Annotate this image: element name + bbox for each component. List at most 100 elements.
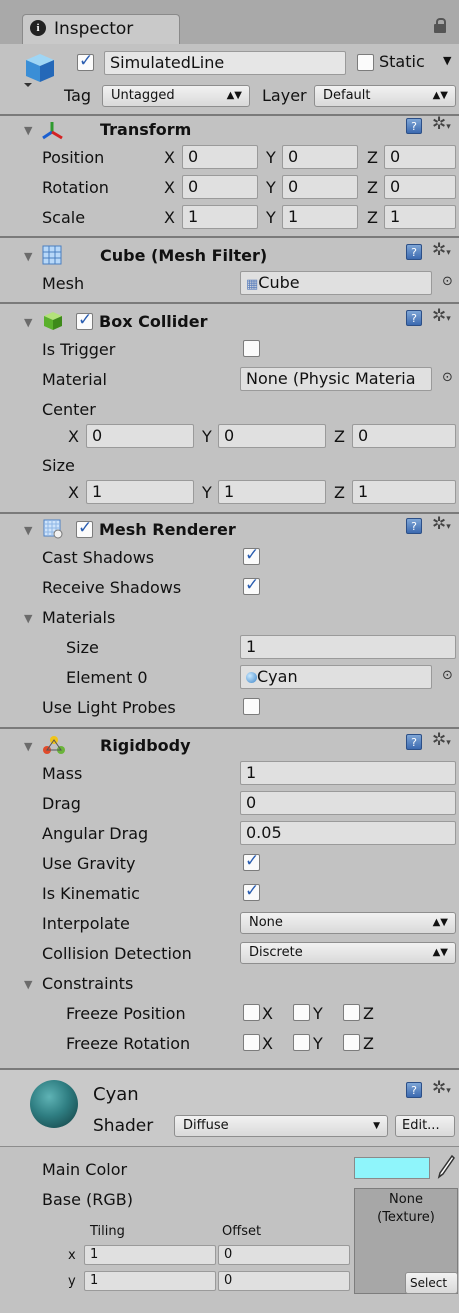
tiling-x-axis-label: x — [68, 1248, 76, 1263]
materials-size-field[interactable]: 1 — [240, 635, 456, 659]
material-label: Material — [42, 370, 107, 389]
shader-label: Shader — [93, 1116, 154, 1136]
gear-icon[interactable]: ✲▾ — [432, 306, 451, 326]
help-icon[interactable]: ? — [406, 1082, 422, 1098]
freeze-position-label: Freeze Position — [66, 1004, 186, 1023]
foldout-arrow-icon[interactable]: ▼ — [24, 612, 32, 625]
center-z-field[interactable]: 0 — [352, 424, 456, 448]
foldout-arrow-icon[interactable]: ▼ — [24, 250, 32, 263]
foldout-arrow-icon[interactable]: ▼ — [24, 124, 32, 137]
cube-object-icon — [22, 50, 56, 88]
scale-y-field[interactable]: 1 — [282, 205, 358, 229]
foldout-arrow-icon[interactable]: ▼ — [24, 740, 32, 753]
gear-icon[interactable]: ✲▾ — [432, 514, 451, 534]
position-y-field[interactable]: 0 — [282, 145, 358, 169]
tiling-x-field[interactable]: 1 — [84, 1245, 216, 1265]
transform-title: Transform — [100, 120, 192, 139]
scale-z-field[interactable]: 1 — [384, 205, 456, 229]
texture-select-button[interactable]: Select — [405, 1272, 458, 1294]
size-x-field[interactable]: 1 — [86, 480, 194, 504]
help-icon[interactable]: ? — [406, 734, 422, 750]
use-gravity-checkbox[interactable] — [243, 851, 260, 871]
static-dropdown-icon[interactable]: ▼ — [443, 54, 451, 67]
layer-dropdown[interactable]: Default ▲▼ — [314, 85, 456, 107]
receive-shadows-checkbox[interactable] — [243, 575, 260, 595]
divider — [0, 302, 459, 304]
freeze-rotation-y-checkbox[interactable] — [293, 1034, 310, 1051]
mass-field[interactable]: 1 — [240, 761, 456, 785]
help-icon[interactable]: ? — [406, 118, 422, 134]
rotation-z-field[interactable]: 0 — [384, 175, 456, 199]
eyedropper-icon[interactable] — [436, 1154, 456, 1180]
foldout-arrow-icon[interactable]: ▼ — [24, 978, 32, 991]
gear-icon[interactable]: ✲▾ — [432, 1078, 451, 1098]
collision-detection-dropdown[interactable]: Discrete ▲▼ — [240, 942, 456, 964]
size-z-field[interactable]: 1 — [352, 480, 456, 504]
rotation-y-field[interactable]: 0 — [282, 175, 358, 199]
drag-field[interactable]: 0 — [240, 791, 456, 815]
box-collider-enabled-checkbox[interactable] — [76, 310, 93, 330]
static-checkbox[interactable] — [357, 54, 374, 71]
main-color-swatch[interactable] — [354, 1157, 430, 1179]
gear-icon[interactable]: ✲▾ — [432, 730, 451, 750]
rotation-label: Rotation — [42, 178, 109, 197]
is-trigger-checkbox[interactable] — [243, 340, 260, 357]
offset-x-field[interactable]: 0 — [218, 1245, 350, 1265]
center-x-field[interactable]: 0 — [86, 424, 194, 448]
size-label: Size — [42, 456, 75, 475]
freeze-position-z-checkbox[interactable] — [343, 1004, 360, 1021]
foldout-arrow-icon[interactable]: ▼ — [24, 524, 32, 537]
gear-icon[interactable]: ✲▾ — [432, 114, 451, 134]
mesh-field[interactable]: ▦Cube — [240, 271, 432, 295]
interpolate-value: None — [249, 915, 283, 930]
divider — [0, 236, 459, 238]
help-icon[interactable]: ? — [406, 244, 422, 260]
texture-none-label: None — [389, 1192, 423, 1207]
chevron-down-icon: ▼ — [373, 1121, 380, 1131]
is-kinematic-checkbox[interactable] — [243, 881, 260, 901]
target-icon[interactable]: ⊙ — [442, 274, 453, 289]
position-z-field[interactable]: 0 — [384, 145, 456, 169]
scale-x-field[interactable]: 1 — [182, 205, 258, 229]
tiling-y-field[interactable]: 1 — [84, 1271, 216, 1291]
active-checkbox[interactable] — [77, 51, 94, 71]
help-icon[interactable]: ? — [406, 310, 422, 326]
offset-y-field[interactable]: 0 — [218, 1271, 350, 1291]
inspector-panel: i Inspector SimulatedLine Static ▼ Tag U… — [0, 0, 459, 1313]
target-icon[interactable]: ⊙ — [442, 370, 453, 385]
rigidbody-title: Rigidbody — [100, 736, 191, 755]
freeze-position-y-checkbox[interactable] — [293, 1004, 310, 1021]
position-x-field[interactable]: 0 — [182, 145, 258, 169]
angular-drag-field[interactable]: 0.05 — [240, 821, 456, 845]
cast-shadows-checkbox[interactable] — [243, 545, 260, 565]
scale-label: Scale — [42, 208, 86, 227]
freeze-rotation-x-checkbox[interactable] — [243, 1034, 260, 1051]
mesh-renderer-enabled-checkbox[interactable] — [76, 518, 93, 538]
tag-dropdown[interactable]: Untagged ▲▼ — [102, 85, 250, 107]
shader-dropdown[interactable]: Diffuse ▼ — [174, 1115, 388, 1137]
interpolate-dropdown[interactable]: None ▲▼ — [240, 912, 456, 934]
element0-field[interactable]: Cyan — [240, 665, 432, 689]
drag-label: Drag — [42, 794, 81, 813]
transform-axis-icon — [40, 118, 64, 140]
light-probes-checkbox[interactable] — [243, 698, 260, 715]
mesh-filter-title: Cube (Mesh Filter) — [100, 246, 268, 265]
freeze-rotation-z-checkbox[interactable] — [343, 1034, 360, 1051]
main-color-label: Main Color — [42, 1160, 128, 1179]
center-y-field[interactable]: 0 — [218, 424, 326, 448]
size-y-field[interactable]: 1 — [218, 480, 326, 504]
lock-icon[interactable] — [434, 18, 446, 33]
tab-inspector[interactable]: i Inspector — [22, 14, 180, 44]
foldout-arrow-icon[interactable]: ▼ — [24, 316, 32, 329]
target-icon[interactable]: ⊙ — [442, 668, 453, 683]
help-icon[interactable]: ? — [406, 518, 422, 534]
texture-type-label: (Texture) — [377, 1210, 435, 1225]
material-field[interactable]: None (Physic Materia — [240, 367, 432, 391]
freeze-position-x-label: X — [262, 1004, 273, 1023]
gear-icon[interactable]: ✲▾ — [432, 240, 451, 260]
rotation-x-field[interactable]: 0 — [182, 175, 258, 199]
freeze-position-x-checkbox[interactable] — [243, 1004, 260, 1021]
edit-shader-button[interactable]: Edit... — [395, 1115, 455, 1137]
object-name-field[interactable]: SimulatedLine — [104, 51, 346, 75]
is-kinematic-label: Is Kinematic — [42, 884, 140, 903]
